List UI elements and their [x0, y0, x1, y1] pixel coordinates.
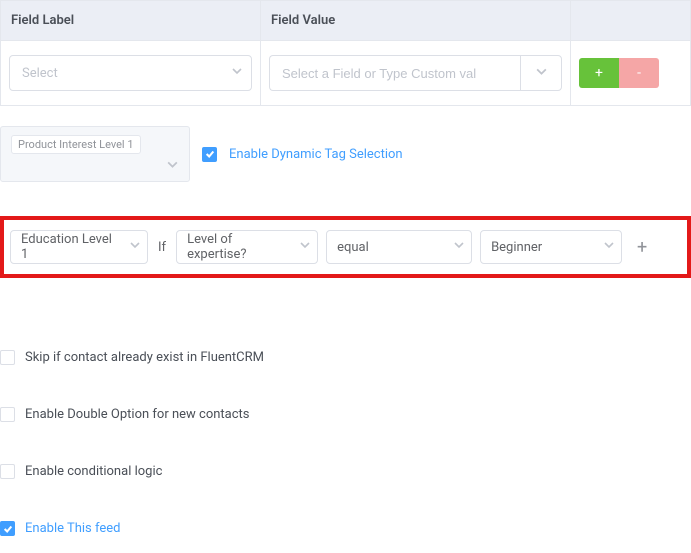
skip-existing-checkbox[interactable] [0, 350, 15, 365]
condition-value-select[interactable]: Beginner [480, 230, 622, 264]
option-double-optin-row: Enable Double Option for new contacts [0, 407, 691, 422]
condition-row-highlight: Education Level 1 If Level of expertise?… [0, 216, 691, 278]
chevron-down-icon [166, 158, 179, 175]
field-mapping-table: Field Label Field Value Select [0, 0, 691, 106]
field-label-placeholder: Select [22, 66, 58, 81]
condition-field-select[interactable]: Level of expertise? [176, 230, 318, 264]
double-optin-checkbox[interactable] [0, 407, 15, 422]
enable-dynamic-checkbox[interactable] [202, 147, 217, 162]
double-optin-label[interactable]: Enable Double Option for new contacts [25, 407, 250, 422]
field-value-wrap [269, 55, 562, 91]
condition-tag-value: Education Level 1 [21, 232, 119, 262]
condition-tag-select[interactable]: Education Level 1 [10, 230, 148, 264]
field-value-input[interactable] [269, 55, 520, 91]
skip-existing-label[interactable]: Skip if contact already exist in FluentC… [25, 350, 264, 365]
add-row-button[interactable]: + [579, 58, 619, 88]
chevron-down-icon [129, 239, 141, 255]
option-enable-feed-row: Enable This feed [0, 521, 691, 536]
row-actions: + - [579, 58, 682, 88]
field-value-dropdown-button[interactable] [520, 55, 562, 91]
option-skip-row: Skip if contact already exist in FluentC… [0, 350, 691, 365]
header-field-value: Field Value [261, 1, 571, 41]
condition-value-value: Beginner [491, 240, 542, 255]
chevron-down-icon [603, 239, 615, 255]
condition-if-label: If [156, 240, 168, 255]
field-row: Select + [1, 41, 691, 106]
enable-feed-label[interactable]: Enable This feed [25, 521, 120, 536]
options-list: Skip if contact already exist in FluentC… [0, 350, 691, 536]
chevron-down-icon [231, 65, 243, 81]
field-label-select[interactable]: Select [9, 55, 252, 91]
chevron-down-icon [535, 65, 548, 82]
tag-row: Product Interest Level 1 Enable Dynamic … [0, 126, 691, 182]
remove-row-button[interactable]: - [619, 58, 659, 88]
conditional-logic-label[interactable]: Enable conditional logic [25, 464, 162, 479]
chevron-down-icon [453, 239, 465, 255]
enable-feed-checkbox[interactable] [0, 521, 15, 536]
header-field-label: Field Label [1, 1, 261, 41]
condition-operator-value: equal [337, 240, 369, 255]
tag-multiselect[interactable]: Product Interest Level 1 [0, 126, 190, 182]
option-conditional-row: Enable conditional logic [0, 464, 691, 479]
condition-field-value: Level of expertise? [187, 232, 289, 262]
add-condition-button[interactable]: + [630, 232, 654, 262]
condition-operator-select[interactable]: equal [326, 230, 472, 264]
chevron-down-icon [299, 239, 311, 255]
enable-dynamic-label[interactable]: Enable Dynamic Tag Selection [229, 147, 403, 162]
conditional-logic-checkbox[interactable] [0, 464, 15, 479]
header-actions [571, 1, 691, 41]
tag-chip: Product Interest Level 1 [11, 135, 141, 154]
